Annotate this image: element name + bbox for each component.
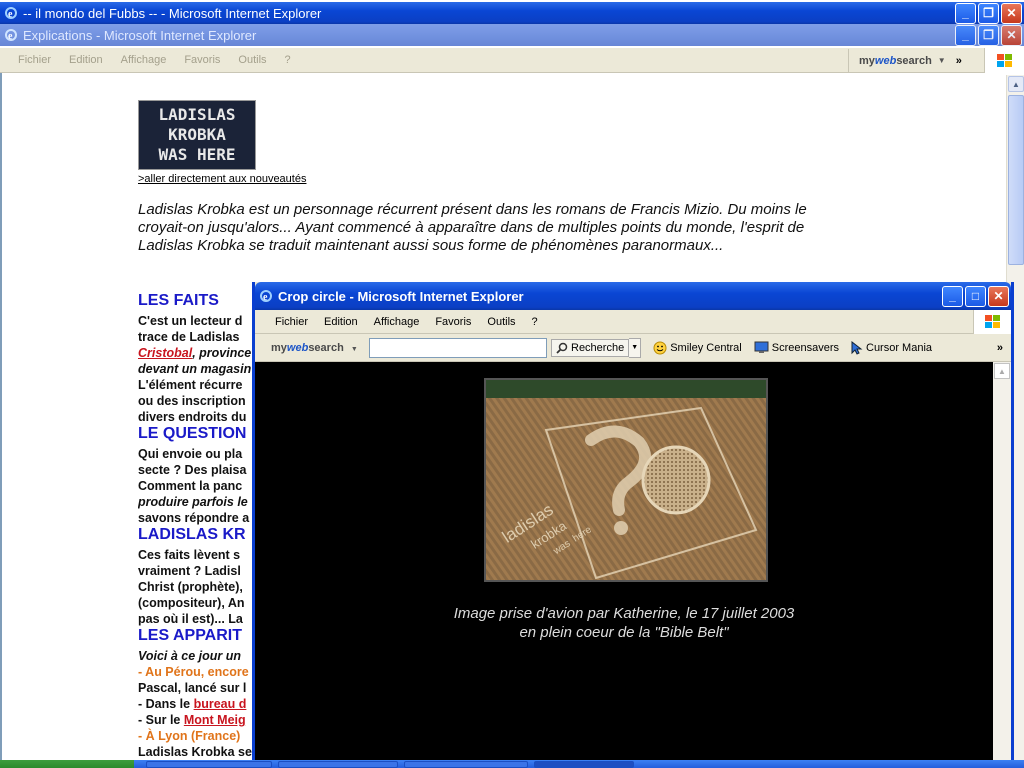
toolbar-more-icon[interactable]: » xyxy=(956,55,962,67)
recherche-button[interactable]: Recherche xyxy=(551,338,630,357)
windows-logo-icon xyxy=(973,310,1011,334)
close-button[interactable]: ✕ xyxy=(1001,24,1022,46)
toolbar-more-icon[interactable]: » xyxy=(997,342,1003,354)
maximize-button[interactable]: □ xyxy=(965,285,986,307)
news-link[interactable]: >aller directement aux nouveautés xyxy=(138,173,306,185)
scroll-up-icon[interactable]: ▲ xyxy=(1008,76,1024,92)
ladislas-paragraph: Ces faits lèvent s vraiment ? Ladisl Chr… xyxy=(138,548,245,626)
taskbar-item[interactable] xyxy=(534,761,634,768)
taskbar-item[interactable] xyxy=(278,761,398,768)
section-questions: LE QUESTION xyxy=(138,425,247,442)
chevron-down-icon[interactable]: ▼ xyxy=(629,337,642,358)
popup-menubar: Fichier Edition Affichage Favoris Outils… xyxy=(255,310,1011,334)
ladislas-logo: LADISLAS KROBKA WAS HERE xyxy=(138,100,256,170)
photo-caption: Image prise d'avion par Katherine, le 17… xyxy=(453,605,795,641)
popup-titlebar[interactable]: e Crop circle - Microsoft Internet Explo… xyxy=(255,282,1011,310)
menu-favoris[interactable]: Favoris xyxy=(427,316,479,328)
taskbar xyxy=(0,760,1024,768)
mont-meig-link[interactable]: Mont Meig xyxy=(184,713,246,727)
back-window-titlebar[interactable]: e -- il mondo del Fubbs -- - Microsoft I… xyxy=(0,2,1024,24)
start-button[interactable] xyxy=(0,760,134,768)
scroll-thumb[interactable] xyxy=(1008,95,1024,265)
search-icon xyxy=(556,342,568,354)
menu-outils[interactable]: Outils xyxy=(229,54,275,66)
menu-help[interactable]: ? xyxy=(524,316,546,328)
chevron-down-icon[interactable]: ▼ xyxy=(351,346,358,353)
cursor-icon xyxy=(851,340,863,355)
menu-fichier[interactable]: Fichier xyxy=(0,54,60,66)
screensavers-button[interactable]: Screensavers xyxy=(754,341,839,354)
close-button[interactable]: ✕ xyxy=(988,285,1009,307)
section-faits: LES FAITS xyxy=(138,292,219,309)
minimize-button[interactable]: _ xyxy=(942,285,963,307)
smiley-central-button[interactable]: Smiley Central xyxy=(653,341,742,355)
svg-text:e: e xyxy=(8,31,13,42)
menu-affichage[interactable]: Affichage xyxy=(366,316,428,328)
section-apparitions: LES APPARIT xyxy=(138,627,243,644)
questions-paragraph: Qui envoie ou pla secte ? Des plaisa Com… xyxy=(138,447,250,525)
svg-text:e: e xyxy=(8,9,13,20)
minimize-button[interactable]: _ xyxy=(955,24,976,46)
restore-button[interactable]: ❐ xyxy=(978,24,999,46)
chevron-down-icon[interactable]: ▼ xyxy=(938,56,946,65)
crop-circle-window: e Crop circle - Microsoft Internet Explo… xyxy=(252,282,1014,760)
minimize-button[interactable]: _ xyxy=(955,2,976,24)
popup-toolbar: mywebsearch ▼ Recherche ▼ Smiley Central… xyxy=(255,334,1011,362)
scroll-up-icon[interactable]: ▲ xyxy=(994,363,1010,379)
menu-favoris[interactable]: Favoris xyxy=(175,54,229,66)
cristobal-link[interactable]: Cristobal xyxy=(138,346,192,360)
main-window-title: Explications - Microsoft Internet Explor… xyxy=(23,27,257,43)
monitor-icon xyxy=(754,341,769,353)
svg-text:e: e xyxy=(263,292,268,303)
popup-title: Crop circle - Microsoft Internet Explore… xyxy=(278,288,524,304)
taskbar-item[interactable] xyxy=(146,761,272,768)
menu-outils[interactable]: Outils xyxy=(479,316,523,328)
ie-icon: e xyxy=(258,288,274,304)
section-ladislas: LADISLAS KR xyxy=(138,526,246,543)
crop-circle-photo: ladislas krobka was here xyxy=(484,378,768,582)
faits-paragraph: C'est un lecteur d trace de Ladislas Cri… xyxy=(138,314,252,424)
restore-button[interactable]: ❐ xyxy=(978,2,999,24)
mywebsearch-brand[interactable]: my web search ▼ » xyxy=(848,49,962,72)
popup-page-content: ladislas krobka was here Image prise d'a… xyxy=(255,362,993,760)
mywebsearch-brand[interactable]: mywebsearch ▼ xyxy=(255,342,369,354)
taskbar-item[interactable] xyxy=(404,761,528,768)
back-window-title: -- il mondo del Fubbs -- - Microsoft Int… xyxy=(23,5,322,21)
menu-edition[interactable]: Edition xyxy=(316,316,366,328)
windows-logo-icon xyxy=(984,48,1024,73)
main-window-titlebar[interactable]: e Explications - Microsoft Internet Expl… xyxy=(0,24,1024,46)
bureau-link[interactable]: bureau d xyxy=(194,697,247,711)
close-button[interactable]: ✕ xyxy=(1001,2,1022,24)
menu-help[interactable]: ? xyxy=(276,54,300,66)
cursor-mania-button[interactable]: Cursor Mania xyxy=(851,340,932,355)
intro-paragraph: Ladislas Krobka est un personnage récurr… xyxy=(138,201,807,254)
ie-icon: e xyxy=(3,5,19,21)
popup-vertical-scrollbar[interactable]: ▲ xyxy=(993,362,1011,760)
menu-fichier[interactable]: Fichier xyxy=(255,316,316,328)
smiley-icon xyxy=(653,341,667,354)
menu-edition[interactable]: Edition xyxy=(60,54,112,66)
ie-icon: e xyxy=(3,27,19,43)
menu-affichage[interactable]: Affichage xyxy=(112,54,176,66)
search-input[interactable] xyxy=(369,337,547,358)
apparitions-paragraph: Voici à ce jour un - Au Pérou, encore Pa… xyxy=(138,649,252,759)
